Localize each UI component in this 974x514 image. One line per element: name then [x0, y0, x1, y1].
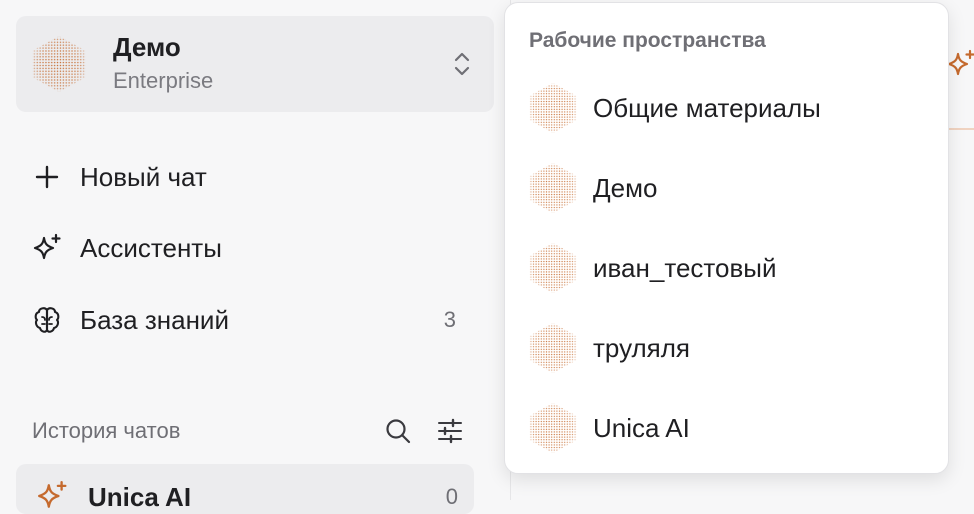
nav-knowledge-base[interactable]: База знаний 3 — [32, 300, 472, 340]
nav-assistants[interactable]: Ассистенты — [32, 228, 472, 268]
workspace-option-label: Unica AI — [593, 412, 690, 443]
nav-new-chat[interactable]: Новый чат — [32, 157, 472, 197]
workspace-switcher[interactable]: Демо Enterprise — [16, 16, 494, 112]
workspace-option-label: Демо — [593, 172, 658, 203]
nav-knowledge-base-label: База знаний — [80, 304, 229, 335]
chat-history-item-count: 0 — [445, 484, 458, 509]
chat-history-item[interactable]: Unica AI 0 — [16, 464, 474, 514]
workspace-logo-icon — [525, 242, 581, 294]
workspace-dropdown: Рабочие пространства Общие материалы Дем… — [504, 2, 949, 474]
workspace-option[interactable]: Unica AI — [525, 400, 925, 456]
sparkle-icon — [32, 233, 62, 263]
workspace-logo-icon — [525, 322, 581, 374]
workspace-option[interactable]: Общие материалы — [525, 80, 925, 136]
workspace-option[interactable]: труляля — [525, 320, 925, 376]
dropdown-title: Рабочие пространства — [529, 29, 766, 52]
workspace-logo-icon — [30, 33, 88, 95]
chat-history-title: История чатов — [32, 418, 181, 443]
workspace-option-label: Общие материалы — [593, 92, 821, 123]
chevron-up-down-icon — [454, 52, 470, 76]
plus-icon — [32, 162, 62, 192]
brain-icon — [32, 305, 62, 335]
workspace-logo-icon — [525, 402, 581, 454]
search-icon[interactable] — [384, 417, 412, 445]
nav-new-chat-label: Новый чат — [80, 161, 207, 192]
workspace-option-label: труляля — [593, 332, 691, 363]
sidebar: Демо Enterprise Новый чат Ассистенты Баз… — [0, 0, 511, 514]
workspace-option[interactable]: Демо — [525, 160, 925, 216]
workspace-option[interactable]: иван_тестовый — [525, 240, 925, 296]
knowledge-base-count: 3 — [443, 307, 456, 332]
filter-sliders-icon[interactable] — [436, 417, 464, 445]
sparkle-icon — [947, 49, 974, 76]
chat-history-item-label: Unica AI — [88, 482, 192, 512]
workspace-logo-icon — [525, 162, 581, 214]
workspace-plan: Enterprise — [113, 68, 214, 93]
divider — [946, 128, 974, 130]
sparkle-icon — [38, 480, 67, 508]
nav-assistants-label: Ассистенты — [80, 232, 222, 263]
workspace-logo-icon — [525, 82, 581, 134]
workspace-name: Демо — [113, 32, 181, 62]
workspace-option-label: иван_тестовый — [593, 252, 777, 283]
